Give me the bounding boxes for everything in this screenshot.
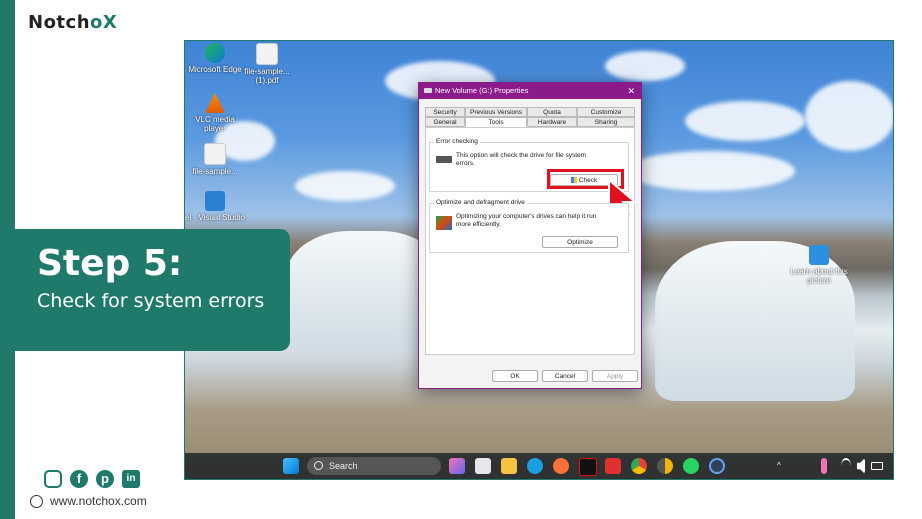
visual-studio-icon: [205, 191, 225, 211]
chrome-icon[interactable]: [631, 458, 647, 474]
store-icon[interactable]: [475, 458, 491, 474]
tab-quota[interactable]: Quota: [527, 107, 577, 117]
brand-logo: NotchoX: [28, 12, 118, 33]
step-subtitle: Check for system errors: [37, 290, 265, 312]
instagram-icon[interactable]: [44, 470, 62, 488]
app-circle-icon[interactable]: [709, 458, 725, 474]
optimize-button[interactable]: Optimize: [542, 236, 618, 248]
step-card: Step 5: Check for system errors: [15, 229, 290, 351]
todo-app-icon[interactable]: [605, 458, 621, 474]
tab-security[interactable]: Security: [425, 107, 465, 117]
desktop-icon-pdf[interactable]: file-sample... (1).pdf: [237, 43, 297, 85]
desktop-icon-edge[interactable]: Microsoft Edge: [185, 43, 245, 74]
pdf-file-icon: [256, 43, 278, 65]
desktop-icon-vlc[interactable]: VLC media player: [185, 93, 245, 133]
file-explorer-icon[interactable]: [501, 458, 517, 474]
copilot-icon[interactable]: [449, 458, 465, 474]
tab-previous-versions[interactable]: Previous Versions: [465, 107, 527, 117]
tab-general[interactable]: General: [425, 117, 465, 127]
left-accent-stripe: [0, 0, 15, 519]
file-icon: [204, 143, 226, 165]
search-icon: [314, 461, 323, 470]
battery-icon[interactable]: [871, 462, 883, 470]
tab-hardware[interactable]: Hardware: [527, 117, 577, 127]
taskbar: Search ^: [185, 453, 893, 479]
tab-customize[interactable]: Customize: [577, 107, 635, 117]
optimize-title: Optimize and defragment drive: [434, 199, 527, 206]
netflix-icon[interactable]: [579, 458, 597, 476]
mic-icon[interactable]: [821, 458, 827, 474]
chrome-canary-icon[interactable]: [657, 458, 673, 474]
edge-icon: [205, 43, 225, 63]
taskbar-search[interactable]: Search: [307, 457, 441, 475]
windows-start-icon[interactable]: [283, 458, 299, 474]
dialog-title-bar[interactable]: New Volume (G:) Properties ✕: [419, 83, 641, 99]
apply-button[interactable]: Apply: [592, 370, 638, 382]
ok-button[interactable]: OK: [492, 370, 538, 382]
desktop-icon-learn-picture[interactable]: Learn about this picture: [789, 245, 849, 285]
website-link[interactable]: www.notchox.com: [50, 494, 147, 508]
desktop-screenshot: Microsoft Edge file-sample... (1).pdf VL…: [184, 40, 894, 480]
desktop-icon-visual-studio[interactable]: el - Visual Studio: [185, 191, 245, 222]
vlc-icon: [205, 93, 225, 113]
pinterest-icon[interactable]: p: [96, 470, 114, 488]
properties-dialog: New Volume (G:) Properties ✕ Security Pr…: [418, 82, 642, 389]
close-icon[interactable]: ✕: [627, 83, 635, 99]
whatsapp-icon[interactable]: [683, 458, 699, 474]
learn-picture-icon: [809, 245, 829, 265]
optimize-text: Optimizing your computer's drives can he…: [456, 213, 597, 228]
tray-chevron-icon[interactable]: ^: [777, 458, 785, 474]
globe-icon: [30, 495, 43, 508]
error-checking-title: Error checking: [434, 138, 480, 145]
firefox-icon[interactable]: [553, 458, 569, 474]
drive-icon: [436, 156, 452, 163]
desktop-icon-file-sample[interactable]: file-sample...: [185, 143, 245, 176]
facebook-icon[interactable]: f: [70, 470, 88, 488]
error-checking-text: This option will check the drive for fil…: [456, 152, 587, 167]
defrag-icon: [436, 216, 452, 230]
edge-taskbar-icon[interactable]: [527, 458, 543, 474]
optimize-group: Optimize and defragment drive Optimizing…: [429, 199, 629, 253]
tab-sharing[interactable]: Sharing: [577, 117, 635, 127]
tab-tools[interactable]: Tools: [465, 117, 527, 127]
drive-icon: [424, 88, 432, 93]
linkedin-icon[interactable]: in: [122, 470, 140, 488]
volume-icon[interactable]: [857, 458, 865, 474]
dialog-title: New Volume (G:) Properties: [435, 86, 529, 95]
wifi-icon[interactable]: [841, 458, 851, 474]
step-title: Step 5:: [37, 243, 183, 284]
cancel-button[interactable]: Cancel: [542, 370, 588, 382]
